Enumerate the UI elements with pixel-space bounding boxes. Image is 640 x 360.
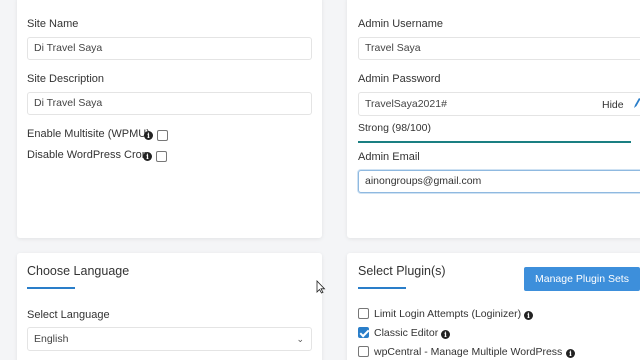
language-card: Choose Language Select Language English … [17, 253, 322, 360]
plugins-title-underline [358, 287, 406, 289]
multisite-info-icon[interactable]: i [144, 131, 153, 140]
admin-email-label: Admin Email [358, 151, 420, 163]
password-generate-icon[interactable] [633, 96, 640, 108]
plugins-card: Select Plugin(s) Manage Plugin Sets Limi… [347, 253, 640, 360]
manage-plugin-sets-button[interactable]: Manage Plugin Sets [524, 267, 640, 291]
admin-account-card: Admin Username Travel Saya Admin Passwor… [347, 0, 640, 238]
language-selected-value: English [34, 333, 69, 345]
installer-page: { "site": { "name_label": "Site Name", "… [0, 0, 640, 360]
plugin-wpcentral-info-icon[interactable]: i [566, 349, 575, 358]
select-language-label: Select Language [27, 309, 110, 321]
plugin-classic-editor-checkbox[interactable] [358, 327, 369, 338]
admin-username-input[interactable]: Travel Saya [358, 37, 640, 60]
admin-username-label: Admin Username [358, 18, 443, 30]
plugin-wpcentral-label: wpCentral - Manage Multiple WordPress [374, 346, 563, 358]
password-hide-button[interactable]: Hide [602, 99, 624, 111]
language-select[interactable]: English ⌄ [27, 327, 312, 351]
chevron-down-icon: ⌄ [296, 334, 304, 344]
plugins-section-title: Select Plugin(s) [358, 264, 446, 278]
plugin-loginizer-checkbox[interactable] [358, 308, 369, 319]
disable-cron-label: Disable WordPress Cron [27, 149, 148, 161]
plugin-wpcentral-checkbox[interactable] [358, 346, 369, 357]
site-name-label: Site Name [27, 18, 79, 30]
mouse-cursor-icon [316, 280, 326, 294]
plugin-classic-editor-info-icon[interactable]: i [441, 330, 450, 339]
language-section-title: Choose Language [27, 264, 130, 278]
password-strength-bar [358, 141, 631, 143]
disable-cron-checkbox[interactable] [156, 151, 167, 162]
plugin-loginizer-label: Limit Login Attempts (Loginizer) [374, 308, 522, 320]
admin-email-input[interactable]: ainongroups@gmail.com [358, 170, 640, 193]
site-description-label: Site Description [27, 73, 105, 85]
plugin-loginizer-info-icon[interactable]: i [524, 311, 533, 320]
site-settings-card: Site Name Di Travel Saya Site Descriptio… [17, 0, 322, 238]
admin-password-input[interactable]: TravelSaya2021# [358, 92, 640, 116]
site-description-input[interactable]: Di Travel Saya [27, 92, 312, 115]
multisite-checkbox[interactable] [157, 130, 168, 141]
multisite-label: Enable Multisite (WPMU) [27, 128, 150, 140]
language-title-underline [27, 287, 75, 289]
admin-password-label: Admin Password [358, 73, 441, 85]
plugin-classic-editor-label: Classic Editor [374, 327, 439, 339]
site-name-input[interactable]: Di Travel Saya [27, 37, 312, 60]
disable-cron-info-icon[interactable]: i [143, 152, 152, 161]
password-strength-text: Strong (98/100) [358, 122, 431, 134]
